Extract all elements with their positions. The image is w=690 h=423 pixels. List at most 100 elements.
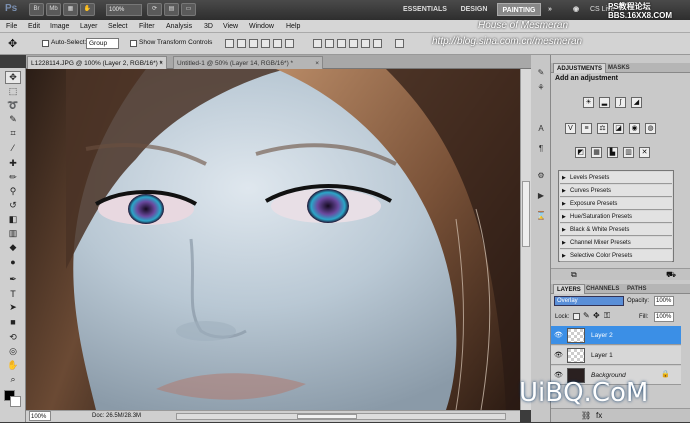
move-tool-icon[interactable]: ✥ [8,37,17,50]
eyedropper-tool-icon[interactable]: ⁄ [5,141,21,154]
menu-help[interactable]: Help [286,21,300,32]
brightness-icon[interactable]: ☀ [583,97,594,108]
history-panel-icon[interactable]: ⌛ [535,210,547,221]
brush-tool-icon[interactable]: ✏ [5,171,21,184]
character-panel-icon[interactable]: A [535,123,547,134]
zoom-tool-icon[interactable]: ⌕ [5,373,21,386]
horizontal-scrollbar[interactable] [176,413,506,420]
layer-row-layer-2[interactable]: 👁 Layer 2 [551,326,681,345]
lock-position-icon[interactable]: ✥ [593,311,600,320]
menu-layer[interactable]: Layer [80,21,98,32]
menu-filter[interactable]: Filter [139,21,155,32]
menu-file[interactable]: File [6,21,17,32]
blur-tool-icon[interactable]: ◆ [5,241,21,254]
tab-adjustments[interactable]: ADJUSTMENTS [553,63,607,73]
3d-orbit-icon[interactable]: ◎ [5,345,21,358]
menu-select[interactable]: Select [108,21,127,32]
menu-window[interactable]: Window [249,21,274,32]
hue-saturation-icon[interactable]: ≡ [581,123,592,134]
more-workspaces-icon[interactable]: » [545,3,555,16]
clone-stamp-icon[interactable]: ⚲ [5,185,21,198]
vertical-scrollbar[interactable] [520,69,531,410]
lock-all-icon[interactable]: ⚿ [604,311,610,321]
auto-select-dropdown[interactable]: Group [86,38,119,49]
tab-paths[interactable]: PATHS [624,284,649,294]
zoom-field[interactable]: 100% [29,411,51,421]
type-tool-icon[interactable]: T [5,287,21,300]
shape-tool-icon[interactable]: ■ [5,315,21,328]
rotate-view-icon[interactable]: ⟳ [147,3,162,16]
quick-select-tool-icon[interactable]: ✎ [5,113,21,126]
invert-icon[interactable]: ◩ [575,147,586,158]
menu-analysis[interactable]: Analysis [166,21,192,32]
preset-curves[interactable]: Curves Presets [560,185,672,197]
levels-icon[interactable]: ▂ [599,97,610,108]
clip-layer-icon[interactable]: ⧉ [571,270,577,280]
color-balance-icon[interactable]: ⚖ [597,123,608,134]
eye-icon[interactable]: 👁 [554,331,564,339]
preset-hue-saturation[interactable]: Hue/Saturation Presets [560,211,672,223]
align-right-icon[interactable] [285,39,294,48]
channel-mixer-icon[interactable]: ◍ [645,123,656,134]
black-white-icon[interactable]: ◪ [613,123,624,134]
scrollbar-thumb[interactable] [522,181,530,247]
gradient-tool-icon[interactable]: ▥ [5,227,21,240]
view-extras-icon[interactable]: ▦ [63,3,78,16]
align-left-icon[interactable] [261,39,270,48]
preset-levels[interactable]: Levels Presets [560,172,672,184]
eraser-tool-icon[interactable]: ◧ [5,213,21,226]
path-select-icon[interactable]: ➤ [5,301,21,314]
mini-bridge-button[interactable]: Mb [46,3,61,16]
hand-tool-icon[interactable]: ✋ [5,359,21,372]
menu-edit[interactable]: Edit [28,21,40,32]
scrollbar-thumb[interactable] [297,414,357,419]
tab-untitled-1[interactable]: Untitled-1 @ 50% (Layer 14, RGB/16*) * × [173,56,323,69]
clone-source-icon[interactable]: ⚘ [535,82,547,93]
distribute-bottom-icon[interactable] [337,39,346,48]
lock-pixels-icon[interactable]: ✎ [583,311,590,320]
vibrance-icon[interactable]: V [565,123,576,134]
workspace-essentials[interactable]: ESSENTIALS [398,3,452,16]
align-bottom-icon[interactable] [249,39,258,48]
blend-mode-select[interactable]: Overlay [554,296,624,306]
threshold-icon[interactable]: ▙ [607,147,618,158]
paragraph-panel-icon[interactable]: ¶ [535,143,547,154]
document-canvas[interactable] [26,69,520,410]
align-vcenter-icon[interactable] [237,39,246,48]
tab-masks[interactable]: MASKS [605,63,633,73]
truck-icon[interactable]: ⛟ [666,270,676,280]
lock-transparent-icon[interactable] [573,313,580,320]
selective-color-icon[interactable]: ✕ [639,147,650,158]
menu-image[interactable]: Image [50,21,69,32]
auto-select-checkbox[interactable] [42,40,49,47]
tab-channels[interactable]: CHANNELS [583,284,622,294]
curves-icon[interactable]: ∫ [615,97,626,108]
opacity-field[interactable]: 100% [654,296,674,306]
brush-panel-icon[interactable]: ✎ [535,67,547,78]
tool-presets-icon[interactable]: ⚙ [535,170,547,181]
eye-icon[interactable]: 👁 [554,351,564,359]
layer-row-layer-1[interactable]: 👁 Layer 1 [551,346,681,365]
align-hcenter-icon[interactable] [273,39,282,48]
history-brush-icon[interactable]: ↺ [5,199,21,212]
workspace-painting[interactable]: PAINTING [497,3,541,16]
tab-layers[interactable]: LAYERS [553,284,585,294]
zoom-level-select[interactable]: 100% [106,4,142,16]
search-icon[interactable]: ◉ [570,3,582,16]
marquee-tool-icon[interactable]: ⬚ [5,85,21,98]
preset-channel-mixer[interactable]: Channel Mixer Presets [560,237,672,249]
lasso-tool-icon[interactable]: ➰ [5,99,21,112]
3d-rotate-icon[interactable]: ⟲ [5,331,21,344]
photo-filter-icon[interactable]: ◉ [629,123,640,134]
screen-mode-icon[interactable]: ▭ [181,3,196,16]
background-color-swatch[interactable] [10,396,21,407]
pen-tool-icon[interactable]: ✒ [5,273,21,286]
transform-controls-checkbox[interactable] [130,40,137,47]
preset-black-white[interactable]: Black & White Presets [560,224,672,236]
dodge-tool-icon[interactable]: ● [5,255,21,268]
distribute-top-icon[interactable] [313,39,322,48]
exposure-icon[interactable]: ◢ [631,97,642,108]
distribute-left-icon[interactable] [349,39,358,48]
gradient-map-icon[interactable]: ▥ [623,147,634,158]
preset-exposure[interactable]: Exposure Presets [560,198,672,210]
